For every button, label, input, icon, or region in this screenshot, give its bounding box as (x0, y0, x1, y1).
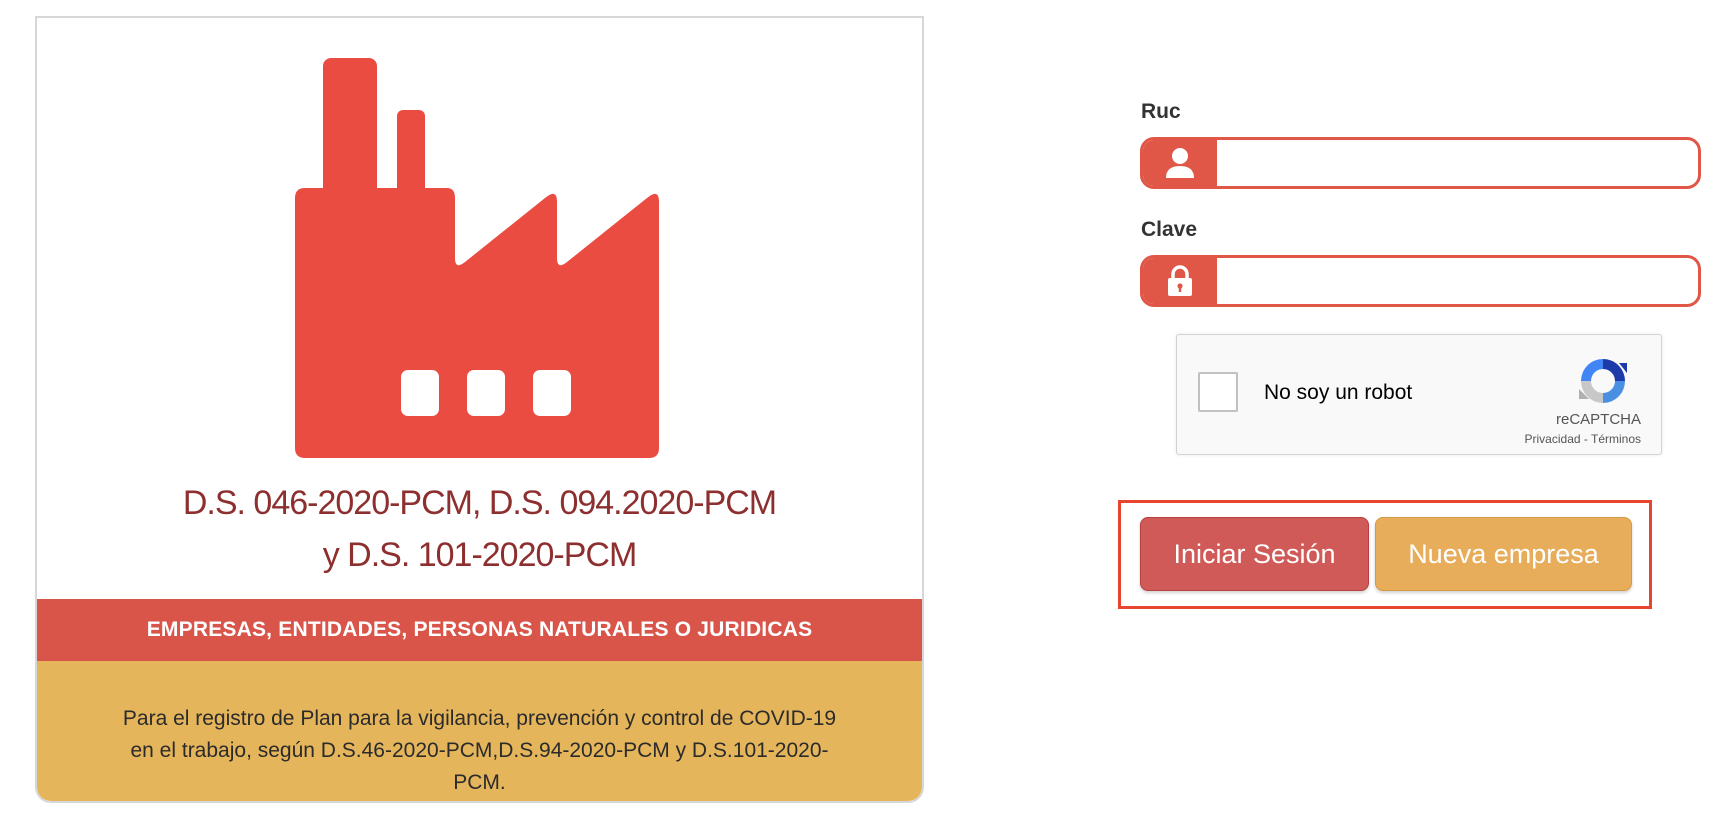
decree-line-1: D.S. 046-2020-PCM, D.S. 094.2020-PCM (182, 484, 777, 522)
user-icon (1143, 140, 1217, 186)
description-box: Para el registro de Plan para la vigilan… (37, 661, 922, 801)
clave-input[interactable] (1217, 258, 1698, 304)
new-company-button[interactable]: Nueva empresa (1375, 517, 1632, 591)
recaptcha-widget: No soy un robot reCAPTCHA Privacidad - T… (1176, 334, 1662, 455)
ruc-field-group (1140, 137, 1701, 189)
clave-label: Clave (1141, 218, 1198, 241)
recaptcha-links[interactable]: Privacidad - Términos (1525, 432, 1641, 446)
recaptcha-checkbox[interactable] (1198, 372, 1238, 412)
recaptcha-logo-icon (1579, 359, 1627, 403)
login-button[interactable]: Iniciar Sesión (1140, 517, 1369, 591)
entities-banner: EMPRESAS, ENTIDADES, PERSONAS NATURALES … (37, 599, 922, 661)
ruc-label: Ruc (1141, 100, 1181, 123)
description-line: PCM. (453, 771, 506, 794)
description-line: Para el registro de Plan para la vigilan… (122, 707, 837, 730)
recaptcha-brand: reCAPTCHA (1555, 411, 1641, 428)
clave-field-group (1140, 255, 1701, 307)
decree-line-2: y D.S. 101-2020-PCM (322, 536, 638, 574)
recaptcha-label: No soy un robot (1264, 381, 1413, 404)
info-card: D.S. 046-2020-PCM, D.S. 094.2020-PCM y D… (35, 16, 924, 803)
lock-icon (1143, 258, 1217, 304)
description-line: en el trabajo, según D.S.46-2020-PCM,D.S… (130, 739, 829, 762)
ruc-input[interactable] (1217, 140, 1698, 186)
factory-icon (295, 58, 659, 458)
